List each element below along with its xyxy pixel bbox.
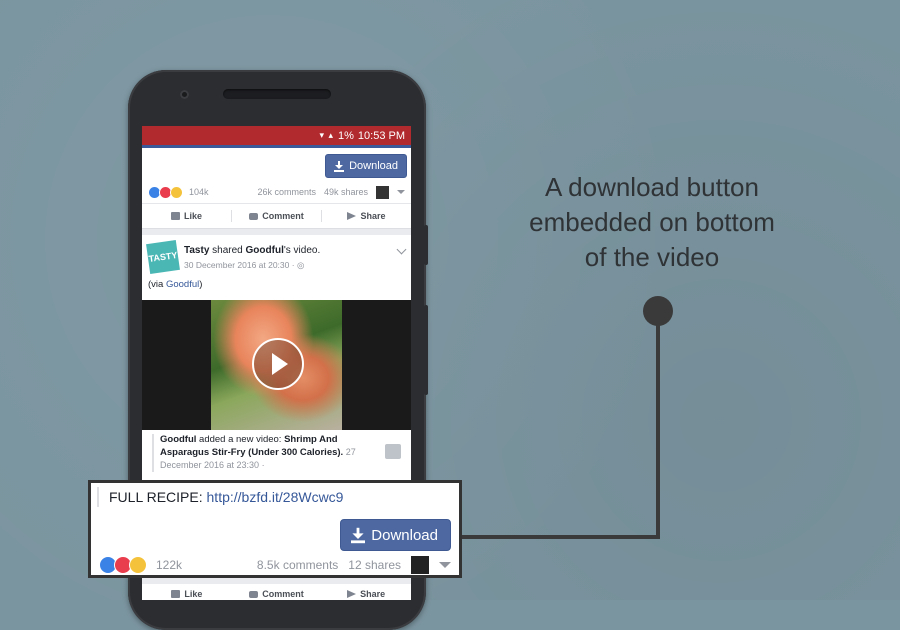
reaction-count[interactable]: 104k	[189, 187, 209, 197]
share-button[interactable]: Share	[321, 589, 411, 599]
share-label: Share	[360, 589, 386, 599]
tasty-logo[interactable]: TASTY	[146, 240, 180, 274]
video-player[interactable]	[142, 300, 411, 430]
reaction-icons[interactable]	[99, 556, 147, 574]
avatar[interactable]	[411, 556, 429, 574]
connector-line-vertical	[656, 313, 660, 539]
annotation-line: A download button	[545, 172, 759, 202]
shared-text: shared	[209, 245, 246, 256]
comment-icon	[249, 212, 259, 220]
share-arrow-icon	[347, 212, 357, 220]
annotation-line: embedded on bottom	[529, 207, 775, 237]
recipe-line: FULL RECIPE: http://bzfd.it/28Wcwc9	[109, 489, 343, 505]
signal-icon: ▾ ▴	[319, 130, 334, 140]
wow-reaction-icon	[129, 556, 147, 574]
like-button[interactable]: Like	[142, 211, 231, 221]
camera-icon	[180, 90, 189, 99]
logo-text: TASTY	[148, 250, 178, 264]
status-time: 10:53 PM	[357, 129, 405, 142]
avatar[interactable]	[376, 185, 389, 199]
title-suffix: 's video.	[283, 245, 321, 256]
reaction-count[interactable]: 122k	[156, 558, 182, 572]
comment-count[interactable]: 8.5k comments	[257, 558, 338, 572]
share-count[interactable]: 12 shares	[348, 558, 401, 572]
chevron-down-icon[interactable]	[397, 190, 405, 194]
post-stats: 122k 8.5k comments 12 shares	[99, 555, 451, 575]
post-actions-bottom: Like Comment Share	[142, 584, 411, 600]
annotation-line: of the video	[584, 242, 720, 272]
divider	[97, 487, 99, 507]
thumbs-up-icon	[170, 212, 180, 220]
via-suffix: )	[199, 279, 203, 290]
like-label: Like	[183, 211, 202, 221]
shared-action: added a new video:	[196, 434, 285, 445]
download-button[interactable]: Download	[325, 154, 407, 178]
zoomed-download-callout: FULL RECIPE: http://bzfd.it/28Wcwc9 Down…	[88, 480, 462, 578]
comment-button[interactable]: Comment	[232, 211, 321, 221]
share-button[interactable]: Share	[322, 211, 411, 221]
comment-label: Comment	[262, 211, 304, 221]
page-name-link[interactable]: Tasty	[184, 245, 209, 256]
shared-author[interactable]: Goodful	[160, 434, 196, 445]
volume-button	[424, 305, 428, 395]
download-label: Download	[349, 160, 398, 172]
recipe-label: FULL RECIPE:	[109, 489, 207, 505]
download-icon	[334, 160, 345, 172]
annotation-text: A download button embedded on bottom of …	[502, 170, 802, 275]
connector-dot	[643, 296, 673, 326]
chevron-down-icon[interactable]	[439, 562, 451, 568]
post-menu-chevron-icon[interactable]	[396, 244, 407, 255]
battery-level: 1%	[338, 129, 354, 142]
post-header: TASTY Tasty shared Goodful's video. 30 D…	[142, 235, 411, 274]
reaction-icons[interactable]	[148, 185, 183, 199]
comment-label: Comment	[262, 589, 304, 599]
share-label: Share	[360, 211, 386, 221]
via-link[interactable]: Goodful	[166, 279, 199, 290]
download-button[interactable]: Download	[340, 519, 451, 551]
comment-count[interactable]: 26k comments	[257, 187, 316, 197]
download-icon	[351, 527, 366, 543]
like-label: Like	[184, 589, 203, 599]
speaker-grille	[223, 89, 331, 99]
wow-reaction-icon	[170, 185, 183, 199]
play-icon[interactable]	[252, 338, 304, 390]
status-bar: ▾ ▴ 1% 10:53 PM	[142, 126, 411, 148]
post-timestamp[interactable]: 30 December 2016 at 20:30 · ◎	[184, 260, 304, 271]
thumbs-up-icon	[171, 590, 181, 598]
timestamp-text: 30 December 2016 at 20:30 ·	[184, 260, 297, 270]
like-button[interactable]: Like	[142, 589, 232, 599]
source-link[interactable]: Goodful	[246, 245, 284, 256]
via-prefix: (via	[148, 279, 166, 290]
connector-line	[462, 535, 660, 539]
share-arrow-icon	[347, 590, 357, 598]
recipe-link[interactable]: http://bzfd.it/28Wcwc9	[207, 489, 344, 505]
download-label: Download	[371, 526, 438, 544]
comment-icon	[249, 590, 259, 598]
previous-post: Download 104k 26k comments 49k shares Li…	[142, 148, 411, 229]
share-count[interactable]: 49k shares	[324, 187, 368, 197]
via-text: (via Goodful)	[142, 273, 411, 293]
post-actions: Like Comment Share	[142, 203, 411, 228]
shared-video-text: Goodful added a new video: Shrimp And As…	[152, 434, 371, 472]
post-stats: 104k 26k comments 49k shares	[148, 185, 405, 199]
power-button	[424, 225, 428, 265]
post-title: Tasty shared Goodful's video.	[184, 245, 320, 256]
thumbs-up-icon[interactable]	[385, 444, 401, 459]
comment-button[interactable]: Comment	[232, 589, 322, 599]
globe-icon: ◎	[296, 260, 305, 270]
